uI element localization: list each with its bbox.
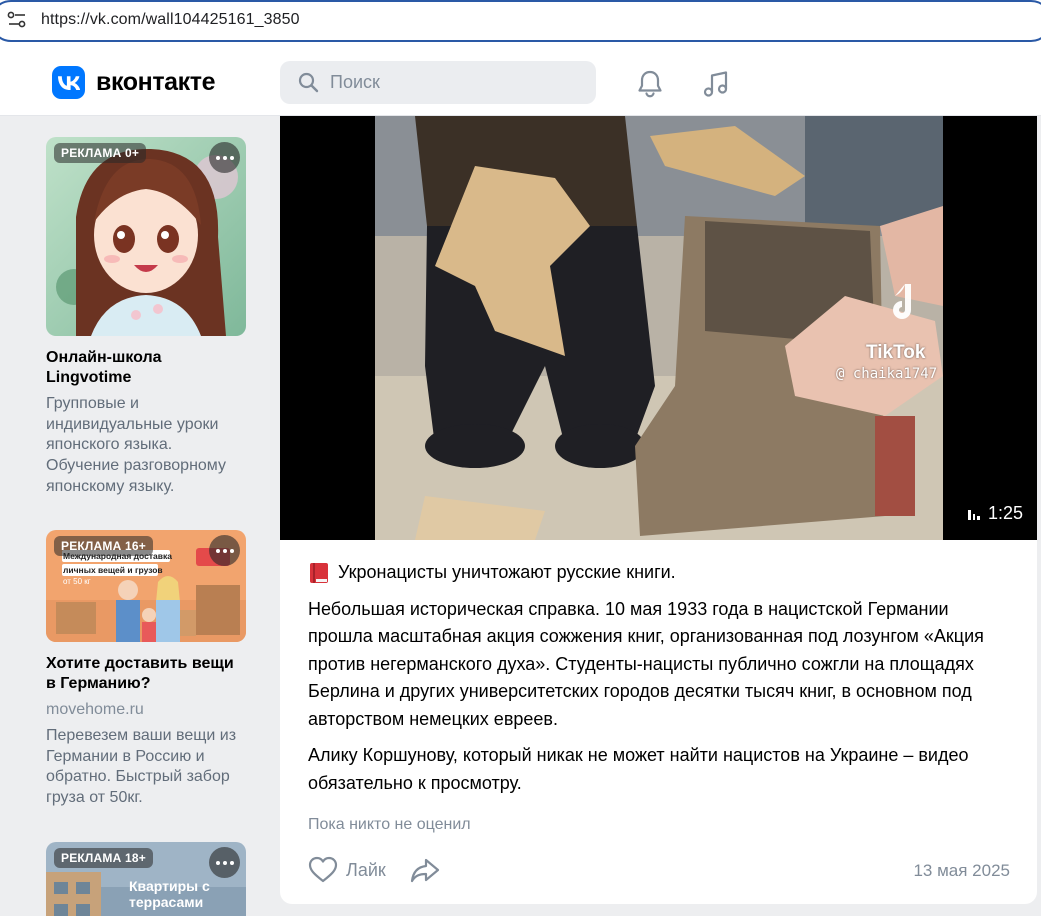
vk-logo-text: вконтакте <box>96 68 216 96</box>
video-thumbnail[interactable] <box>375 116 943 540</box>
video-player[interactable]: TikTok @ chaika1747 1:25 <box>280 116 1037 540</box>
like-label: Лайк <box>346 859 386 880</box>
post-actions: Лайк <box>308 856 440 884</box>
ad-domain[interactable]: movehome.ru <box>46 700 246 720</box>
more-options-icon[interactable] <box>209 535 240 566</box>
ad-image-anime-girl[interactable]: РЕКЛАМА 0+ <box>46 137 246 336</box>
music-note-icon[interactable] <box>700 68 732 100</box>
ad-title[interactable]: Онлайн-школа Lingvotime <box>46 348 246 388</box>
ad-card-apartments[interactable]: Квартиры с террасами РЕКЛАМА 18+ <box>46 842 246 916</box>
like-button[interactable]: Лайк <box>308 856 386 884</box>
browser-address-bar: https://vk.com/wall104425161_3850 <box>0 0 1041 48</box>
tiktok-username: @ chaika1747 <box>836 366 938 382</box>
ad-image-moving[interactable]: Международная доставка личных вещей и гр… <box>46 530 246 642</box>
tiktok-watermark: TikTok <box>866 342 926 363</box>
ad-badge: РЕКЛАМА 16+ <box>54 536 153 556</box>
ad-description: Групповые и индивидуальные уроки японско… <box>46 395 226 495</box>
search-box[interactable] <box>280 61 596 104</box>
ad-image-text: Квартиры с террасами <box>129 878 210 910</box>
wall-post: TikTok @ chaika1747 1:25 Укронацисты уни… <box>280 116 1037 904</box>
vk-header: вконтакте <box>0 48 1041 116</box>
ad-title[interactable]: Хотите доставить вещи в Германию? <box>46 654 246 694</box>
ad-card-lingvotime[interactable]: РЕКЛАМА 0+ Онлайн-школа Lingvotime Групп… <box>46 137 246 498</box>
likes-summary: Пока никто не оценил <box>308 816 471 833</box>
ad-image-apartments[interactable]: Квартиры с террасами РЕКЛАМА 18+ <box>46 842 246 916</box>
ad-badge: РЕКЛАМА 0+ <box>54 143 147 163</box>
search-input[interactable] <box>330 61 580 104</box>
post-paragraph-1: Небольшая историческая справка. 10 мая 1… <box>308 598 984 729</box>
video-duration-text: 1:25 <box>987 503 1023 523</box>
ad-card-movehome[interactable]: Международная доставка личных вещей и гр… <box>46 530 246 809</box>
ad-badge: РЕКЛАМА 18+ <box>54 848 153 868</box>
more-options-icon[interactable] <box>209 847 240 878</box>
search-icon <box>298 72 319 93</box>
ad-image-text-line3: от 50 кг <box>63 577 91 586</box>
notifications-bell-icon[interactable] <box>634 68 666 100</box>
url-text[interactable]: https://vk.com/wall104425161_3850 <box>41 11 300 29</box>
post-headline: Укронацисты уничтожают русские книги. <box>308 559 1018 587</box>
vk-logo-icon <box>52 66 85 99</box>
video-duration: 1:25 <box>968 503 1023 524</box>
site-settings-icon[interactable] <box>7 11 27 29</box>
post-date[interactable]: 13 мая 2025 <box>913 861 1010 881</box>
vk-logo[interactable]: вконтакте <box>52 66 216 99</box>
red-book-emoji-icon <box>310 562 328 583</box>
ad-description: Перевезем ваши вещи из Германии в Россию… <box>46 727 237 807</box>
ad-image-text-line2: личных вещей и грузов <box>63 565 163 575</box>
share-icon[interactable] <box>410 856 440 884</box>
more-options-icon[interactable] <box>209 142 240 173</box>
heart-icon <box>308 856 338 883</box>
post-paragraph-2: Алику Коршунову, который никак не может … <box>308 745 969 793</box>
post-text: Укронацисты уничтожают русские книги. Не… <box>308 559 1018 806</box>
video-stats-icon <box>968 508 980 520</box>
post-headline-text: Укронацисты уничтожают русские книги. <box>338 562 676 582</box>
